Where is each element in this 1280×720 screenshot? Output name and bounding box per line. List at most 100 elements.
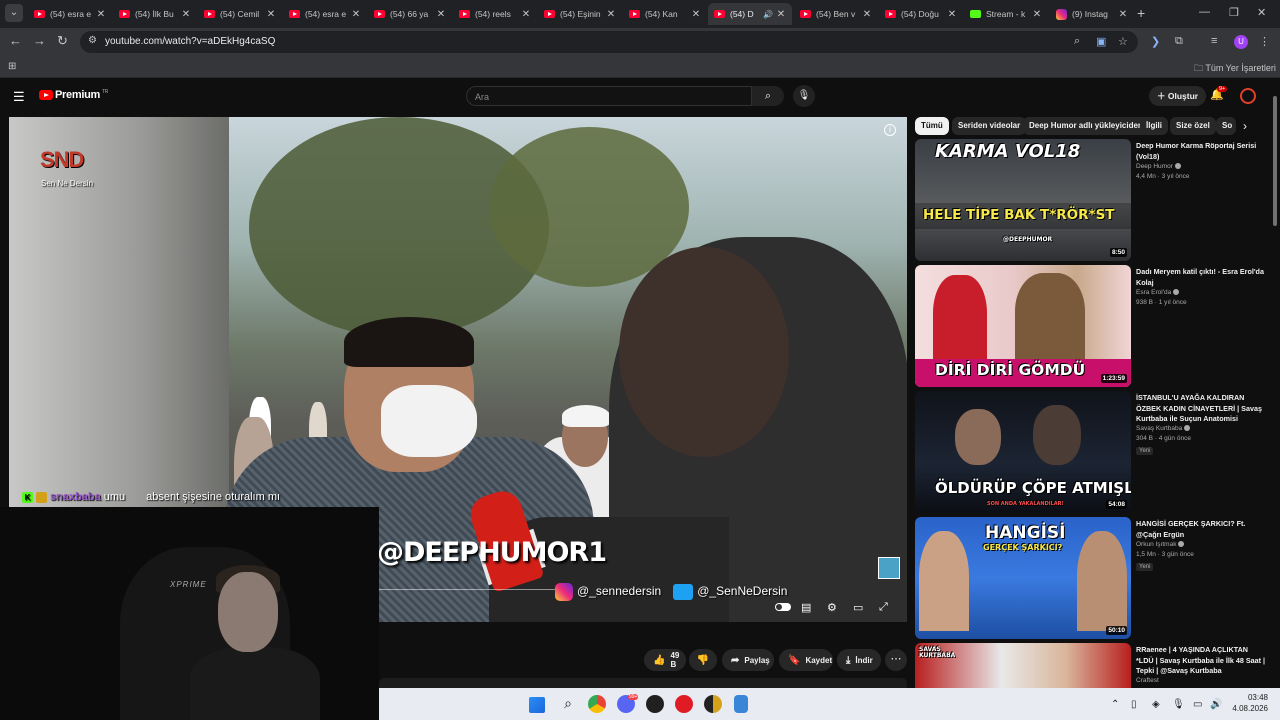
save-button[interactable]: 🔖 Kaydet [779, 649, 833, 671]
browser-tab[interactable]: (54) Ben v ✕ [794, 3, 878, 25]
browser-tab[interactable]: (54) D 🔊 ✕ [708, 3, 792, 25]
tab-close-icon[interactable]: ✕ [606, 9, 616, 20]
recorder-taskbar-icon[interactable] [675, 695, 693, 713]
browser-tab[interactable]: (54) Eşinin ✕ [538, 3, 622, 25]
app-taskbar-icon[interactable] [646, 695, 664, 713]
related-channel-2[interactable]: Esra Erol'da [1136, 289, 1180, 296]
extension-icon[interactable]: ❯ [1151, 35, 1160, 48]
tray-shield-icon[interactable]: ◈ [1152, 699, 1160, 710]
tab-close-icon[interactable]: ✕ [947, 9, 957, 20]
tab-close-icon[interactable]: ✕ [1118, 9, 1128, 20]
extensions-puzzle-icon[interactable]: ⧉ [1175, 35, 1183, 48]
chip-filter[interactable]: İlgili [1140, 117, 1168, 135]
tab-close-icon[interactable]: ✕ [1032, 9, 1042, 20]
related-title-2[interactable]: Dadı Meryem katil çıktı! - Esra Erol'da … [1136, 267, 1266, 288]
browser-tab[interactable]: (54) Cemil ✕ [198, 3, 282, 25]
related-thumb-4[interactable]: HANGİSİ GERÇEK ŞARKICI? 50:10 [915, 517, 1131, 639]
search-input[interactable] [467, 88, 751, 106]
related-channel-1[interactable]: Deep Humor [1136, 163, 1181, 170]
translate-icon[interactable]: ▣ [1096, 35, 1106, 48]
tab-audio-icon[interactable]: 🔊 [763, 10, 773, 19]
start-windows-icon[interactable] [529, 697, 545, 713]
chrome-menu-icon[interactable]: ⋮ [1259, 35, 1270, 48]
info-icon[interactable]: i [884, 124, 896, 136]
reading-list-icon[interactable]: ≡ [1211, 35, 1217, 47]
forward-button[interactable]: → [33, 33, 46, 48]
search-box[interactable] [466, 86, 752, 106]
apps-grid-icon[interactable]: ⊞ [8, 61, 16, 72]
browser-tab[interactable]: (54) reels ✕ [453, 3, 537, 25]
related-channel-4[interactable]: Orkun Işıtmak [1136, 541, 1185, 548]
browser-profile-avatar[interactable]: U [1234, 35, 1248, 49]
voice-search-icon[interactable]: 🎙 [793, 85, 815, 107]
obs-taskbar-icon[interactable] [704, 695, 722, 713]
tab-close-icon[interactable]: ✕ [691, 9, 701, 20]
back-button[interactable]: ← [9, 33, 22, 48]
browser-tab[interactable]: (54) esra e ✕ [283, 3, 367, 25]
tray-usb-icon[interactable]: ▯ [1131, 699, 1137, 710]
tab-close-icon[interactable]: ✕ [266, 9, 276, 20]
minimize-button[interactable]: — [1199, 6, 1210, 18]
zoom-icon[interactable]: ⌕ [1074, 35, 1080, 48]
related-thumb-2[interactable]: DİRİ DİRİ GÖMDÜ 1:23:59 [915, 265, 1131, 387]
youtube-logo-icon[interactable] [39, 90, 53, 100]
related-thumb-1[interactable]: KARMA VOL18 HELE TİPE BAK T*RÖR*ST @DEEP… [915, 139, 1131, 261]
chip-filter[interactable]: Tümü [915, 117, 949, 135]
close-window-button[interactable]: ✕ [1257, 6, 1266, 19]
browser-tab[interactable]: (9) Instag ✕ [1050, 3, 1134, 25]
search-taskbar-icon[interactable]: ⌕ [559, 695, 577, 713]
taskbar-clock[interactable]: 03:48 4.08.2026 [1232, 692, 1268, 714]
browser-tab[interactable]: (54) Doğu ✕ [879, 3, 963, 25]
settings-gear-icon[interactable]: ⚙ [827, 601, 837, 614]
reload-button[interactable]: ↻ [57, 33, 68, 49]
tray-volume-icon[interactable]: 🔊 [1210, 699, 1222, 710]
description-box[interactable] [379, 678, 907, 688]
tab-close-icon[interactable]: ✕ [521, 9, 531, 20]
browser-tab[interactable]: Stream - k ✕ [964, 3, 1048, 25]
tab-close-icon[interactable]: ✕ [862, 9, 872, 20]
tab-close-icon[interactable]: ✕ [776, 9, 786, 20]
bookmark-star-icon[interactable]: ☆ [1118, 35, 1128, 48]
menu-icon[interactable]: ☰ [13, 89, 25, 105]
chip-filter[interactable]: Seriden videolar [952, 117, 1027, 135]
browser-tab[interactable]: (54) 66 ya ✕ [368, 3, 452, 25]
related-channel-5[interactable]: Craftest [1136, 677, 1159, 684]
related-title-5[interactable]: RRaenee | 4 YAŞINDA AÇLIKTAN *LDÜ | Sava… [1136, 645, 1266, 677]
youtube-brand[interactable]: Premium TR [55, 89, 108, 101]
like-button[interactable]: 👍 49 B [644, 649, 686, 671]
dislike-button[interactable]: 👎 [689, 649, 717, 671]
subtitles-icon[interactable]: ▤ [801, 601, 811, 614]
chevron-right-icon[interactable]: › [1243, 119, 1247, 133]
more-actions-button[interactable]: ⋯ [885, 649, 907, 671]
search-button[interactable]: ⌕ [752, 86, 784, 106]
channel-branding-badge[interactable] [878, 557, 900, 579]
browser-tab[interactable]: (54) esra e ✕ [28, 3, 112, 25]
download-button[interactable]: ⤓ İndir [837, 649, 881, 671]
restore-button[interactable]: ❐ [1229, 6, 1239, 19]
browser-tab[interactable]: (54) Kan ✕ [623, 3, 707, 25]
chip-filter[interactable]: Deep Humor adlı yükleyiciden [1023, 117, 1149, 135]
new-tab-button[interactable]: + [1137, 5, 1145, 21]
chip-filter[interactable]: So [1216, 117, 1236, 135]
related-title-3[interactable]: İSTANBUL'U AYAĞA KALDIRAN ÖZBEK KADIN Cİ… [1136, 393, 1266, 425]
tab-close-icon[interactable]: ✕ [436, 9, 446, 20]
related-channel-3[interactable]: Savaş Kurtbaba [1136, 425, 1191, 432]
tab-close-icon[interactable]: ✕ [351, 9, 361, 20]
tray-monitor-icon[interactable]: ▭ [1193, 699, 1202, 710]
chrome-taskbar-icon[interactable] [588, 695, 606, 713]
fullscreen-icon[interactable]: ⤢ [879, 601, 888, 614]
related-thumb-5[interactable]: SAVAŞ KURTBABA [915, 643, 1131, 688]
tab-search-button[interactable]: ⌄ [5, 4, 23, 22]
site-info-icon[interactable]: ⚙ [88, 35, 97, 46]
miniplayer-icon[interactable]: ▭ [853, 601, 863, 614]
chip-filter[interactable]: Size özel [1170, 117, 1216, 135]
create-button[interactable]: ＋ Oluştur [1149, 86, 1207, 106]
related-thumb-3[interactable]: ÖLDÜRÜP ÇÖPE ATMIŞLAR! SON ANDA YAKALAND… [915, 391, 1131, 513]
tab-close-icon[interactable]: ✕ [96, 9, 106, 20]
tray-overflow-icon[interactable]: ⌃ [1111, 699, 1119, 710]
notepad-taskbar-icon[interactable] [734, 695, 748, 713]
share-button[interactable]: ➦ Paylaş [722, 649, 774, 671]
scrollbar-thumb[interactable] [1273, 96, 1277, 226]
related-title-4[interactable]: HANGİSİ GERÇEK ŞARKICI? Ft. @Çağrı Ergün [1136, 519, 1266, 540]
account-avatar[interactable] [1240, 88, 1256, 104]
